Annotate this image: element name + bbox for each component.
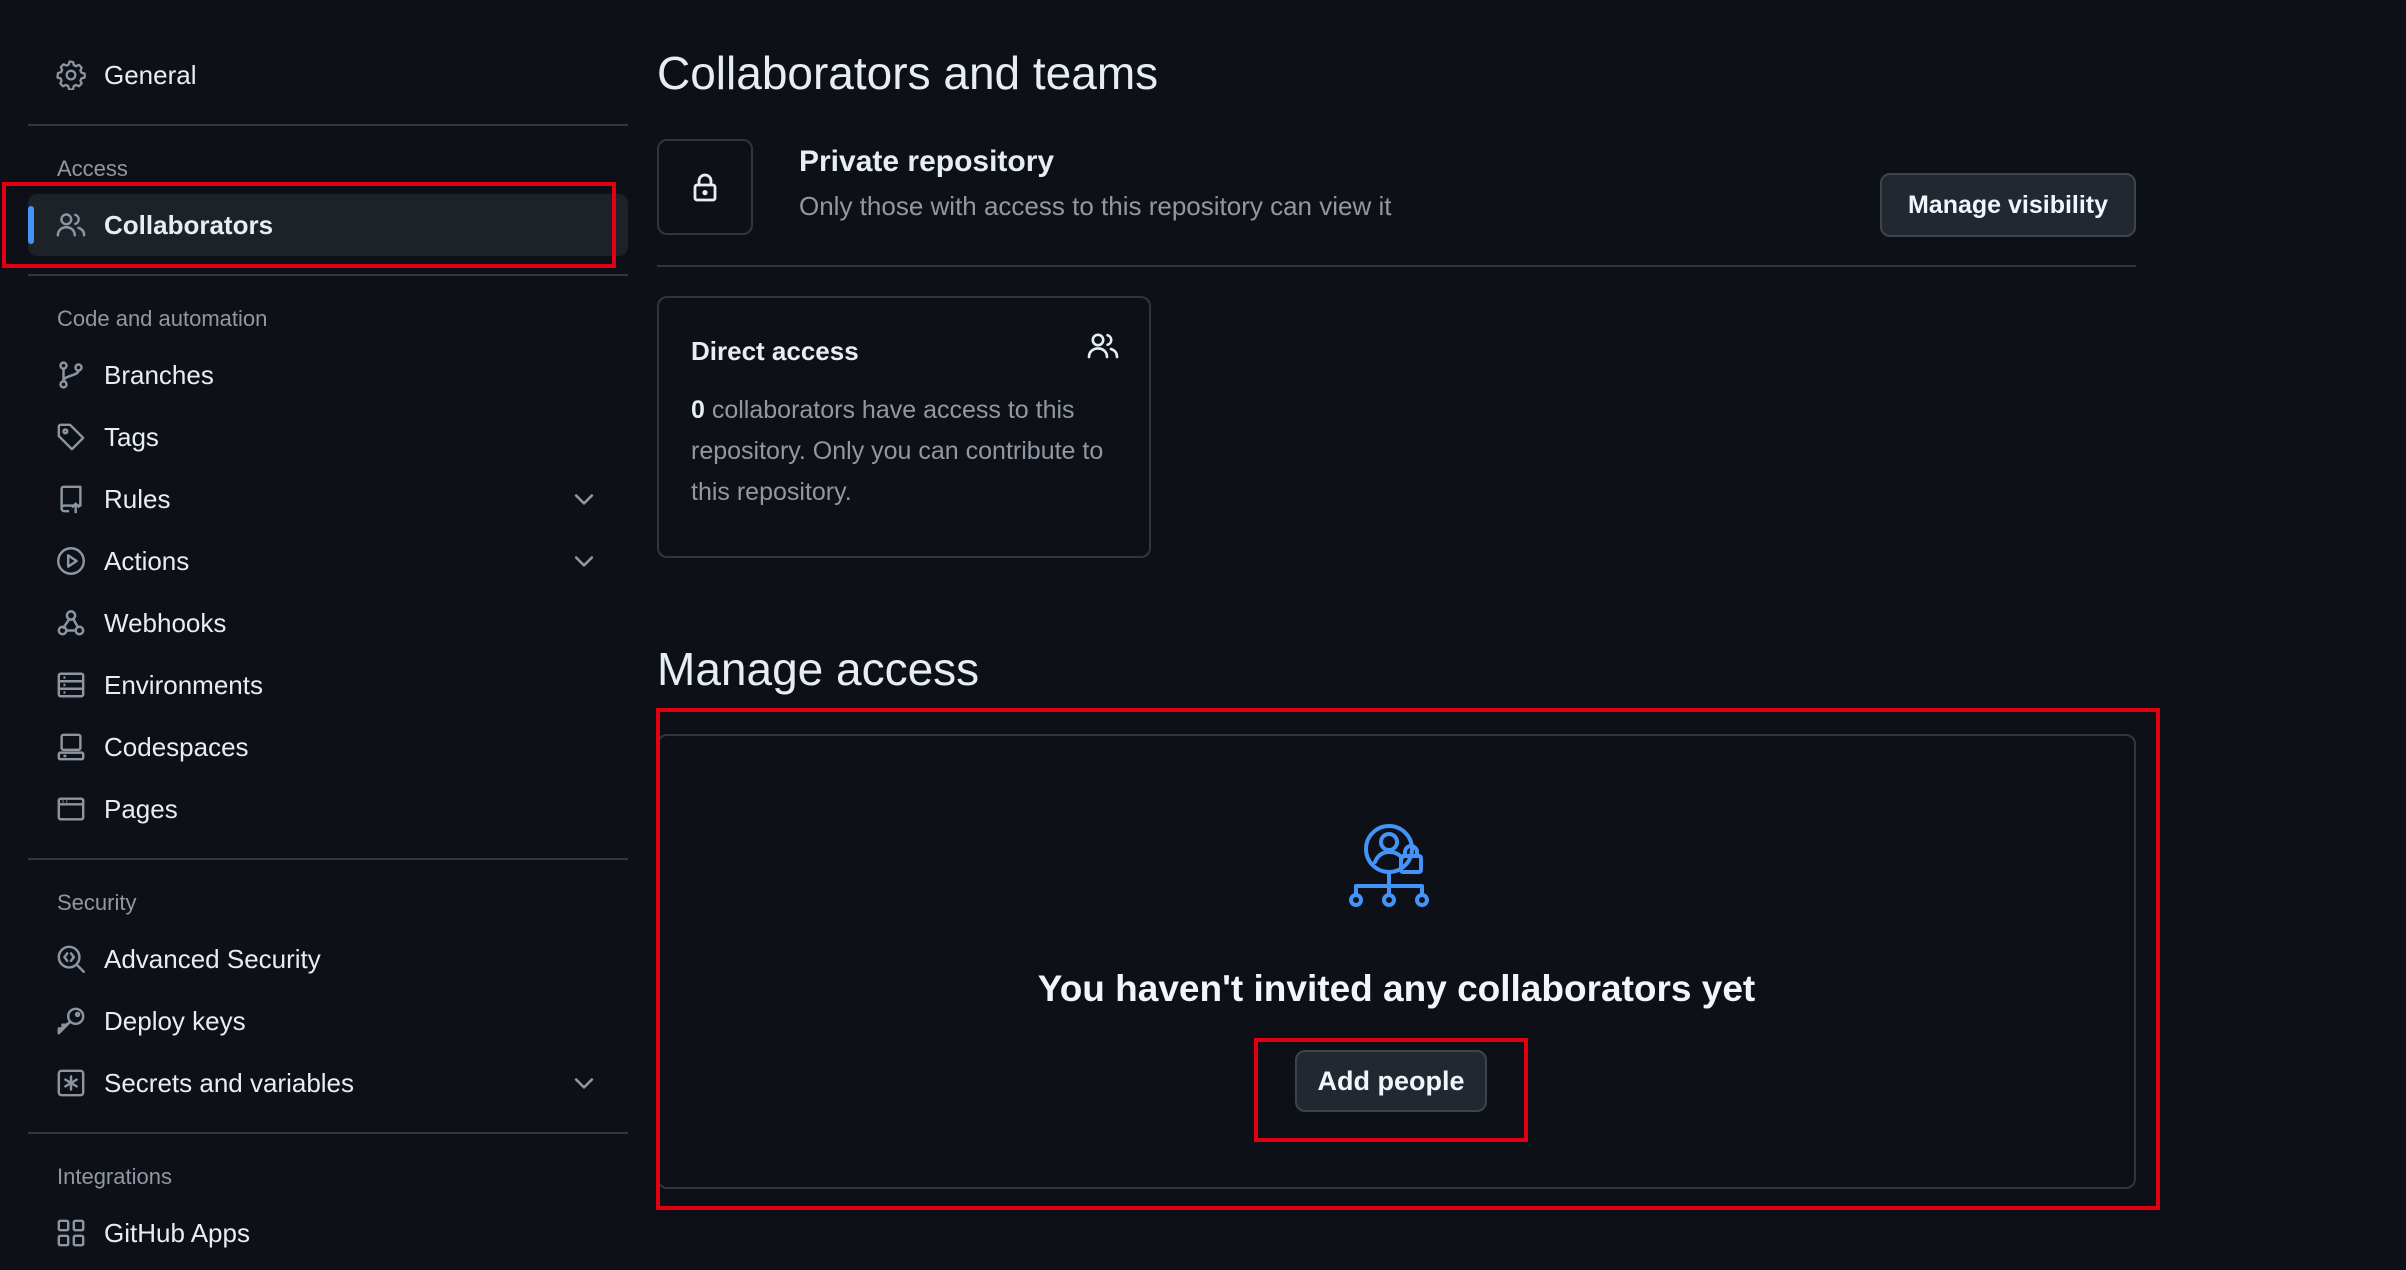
sidebar-item-codespaces[interactable]: Codespaces (28, 716, 628, 778)
sidebar-item-github-apps[interactable]: GitHub Apps (28, 1202, 628, 1264)
repository-visibility-row: Private repository Only those with acces… (657, 139, 2136, 267)
sidebar-item-label: Secrets and variables (104, 1067, 355, 1098)
chevron-down-icon[interactable] (570, 485, 598, 513)
sidebar-item-label: General (104, 59, 197, 90)
sidebar-item-actions[interactable]: Actions (28, 530, 628, 592)
git-branch-icon (56, 360, 86, 390)
sidebar-divider (28, 1132, 628, 1134)
key-icon (56, 1006, 86, 1036)
direct-access-description: 0 collaborators have access to this repo… (691, 390, 1131, 513)
chevron-down-icon[interactable] (570, 547, 598, 575)
play-icon (56, 546, 86, 576)
sidebar-item-environments[interactable]: Environments (28, 654, 628, 716)
sidebar-item-label: Collaborators (104, 209, 274, 240)
sidebar-divider (28, 124, 628, 126)
sidebar-item-secrets-and-variables[interactable]: Secrets and variables (28, 1052, 628, 1114)
sidebar-item-label: Webhooks (104, 607, 227, 638)
manage-visibility-button[interactable]: Manage visibility (1880, 173, 2136, 237)
apps-icon (56, 1218, 86, 1248)
server-icon (56, 670, 86, 700)
codespaces-icon (56, 732, 86, 762)
add-people-button[interactable]: Add people (1295, 1050, 1487, 1112)
direct-access-card: Direct access 0 collaborators have acces… (657, 296, 1151, 558)
sidebar-item-label: Rules (104, 483, 171, 514)
manage-access-title: Manage access (657, 643, 980, 695)
sidebar-item-general[interactable]: General (28, 44, 628, 106)
codescan-icon (56, 944, 86, 974)
sidebar-item-label: Tags (104, 421, 159, 452)
gear-icon (56, 60, 86, 90)
direct-access-text: collaborators have access to this reposi… (691, 396, 1104, 506)
empty-state-title: You haven't invited any collaborators ye… (1037, 968, 1756, 1009)
sidebar-item-label: Codespaces (104, 731, 249, 762)
direct-access-title: Direct access (691, 336, 859, 366)
repo-push-icon (56, 484, 86, 514)
repo-visibility-title: Private repository (799, 145, 1055, 178)
sidebar-item-branches[interactable]: Branches (28, 344, 628, 406)
repo-visibility-description: Only those with access to this repositor… (799, 191, 1392, 221)
sidebar-item-deploy-keys[interactable]: Deploy keys (28, 990, 628, 1052)
sidebar-item-advanced-security[interactable]: Advanced Security (28, 928, 628, 990)
sidebar-heading-integrations: Integrations (57, 1164, 172, 1189)
chevron-down-icon[interactable] (570, 1069, 598, 1097)
sidebar-item-label: Deploy keys (104, 1005, 246, 1036)
sidebar-item-tags[interactable]: Tags (28, 406, 628, 468)
sidebar-item-rules[interactable]: Rules (28, 468, 628, 530)
people-icon (56, 210, 86, 240)
page-title: Collaborators and teams (657, 47, 1159, 99)
person-lock-icon (1342, 822, 1442, 922)
sidebar-heading-access: Access (57, 156, 128, 181)
lock-icon (657, 139, 753, 235)
sidebar-item-webhooks[interactable]: Webhooks (28, 592, 628, 654)
sidebar-divider (28, 274, 628, 276)
webhook-icon (56, 608, 86, 638)
sidebar-item-collaborators[interactable]: Collaborators (28, 194, 628, 256)
sidebar-item-pages[interactable]: Pages (28, 778, 628, 840)
collaborator-count: 0 (691, 396, 705, 424)
sidebar-heading-security: Security (57, 890, 137, 915)
sidebar-item-label: Branches (104, 359, 214, 390)
sidebar-item-label: GitHub Apps (104, 1217, 250, 1248)
sidebar-item-label: Actions (104, 545, 190, 576)
key-asterisk-icon (56, 1068, 86, 1098)
manage-access-empty-state: You haven't invited any collaborators ye… (657, 734, 2136, 1189)
settings-sidebar: General Access Collaborators Code and au… (28, 44, 628, 1264)
sidebar-divider (28, 858, 628, 860)
browser-icon (56, 794, 86, 824)
sidebar-heading-code: Code and automation (57, 306, 268, 331)
sidebar-item-label: Pages (104, 793, 178, 824)
sidebar-item-label: Advanced Security (104, 943, 321, 974)
people-icon (1087, 330, 1119, 362)
sidebar-item-label: Environments (104, 669, 263, 700)
tag-icon (56, 422, 86, 452)
